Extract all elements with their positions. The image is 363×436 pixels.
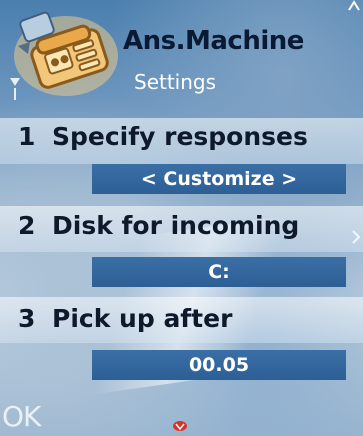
- setting-value-pick-up-after[interactable]: 00.05: [92, 350, 346, 380]
- app-title: Ans.Machine: [123, 26, 304, 56]
- setting-label: Disk for incoming: [52, 211, 300, 240]
- screen-subtitle: Settings: [134, 70, 217, 94]
- setting-value-disk-for-incoming[interactable]: C:: [92, 257, 346, 287]
- scroll-edge-icon: [352, 230, 360, 244]
- setting-value-specify-responses[interactable]: < Customize >: [92, 164, 346, 194]
- setting-label: Pick up after: [52, 304, 233, 333]
- setting-number: 1: [18, 122, 36, 151]
- ok-softkey[interactable]: OK: [2, 400, 41, 433]
- signal-indicator-icon: [348, 0, 360, 11]
- setting-number: 3: [18, 304, 36, 333]
- setting-item-pick-up-after[interactable]: 3 Pick up after: [18, 304, 232, 333]
- setting-item-disk-for-incoming[interactable]: 2 Disk for incoming: [18, 211, 299, 240]
- answering-machine-icon: [14, 11, 118, 96]
- setting-number: 2: [18, 211, 36, 240]
- scroll-down-arrow-icon: [173, 421, 187, 431]
- menu-indicator-icon: [10, 78, 20, 100]
- setting-item-specify-responses[interactable]: 1 Specify responses: [18, 122, 308, 151]
- setting-label: Specify responses: [52, 122, 308, 151]
- settings-screen: Ans.Machine Settings 1 Specify responses …: [0, 0, 363, 436]
